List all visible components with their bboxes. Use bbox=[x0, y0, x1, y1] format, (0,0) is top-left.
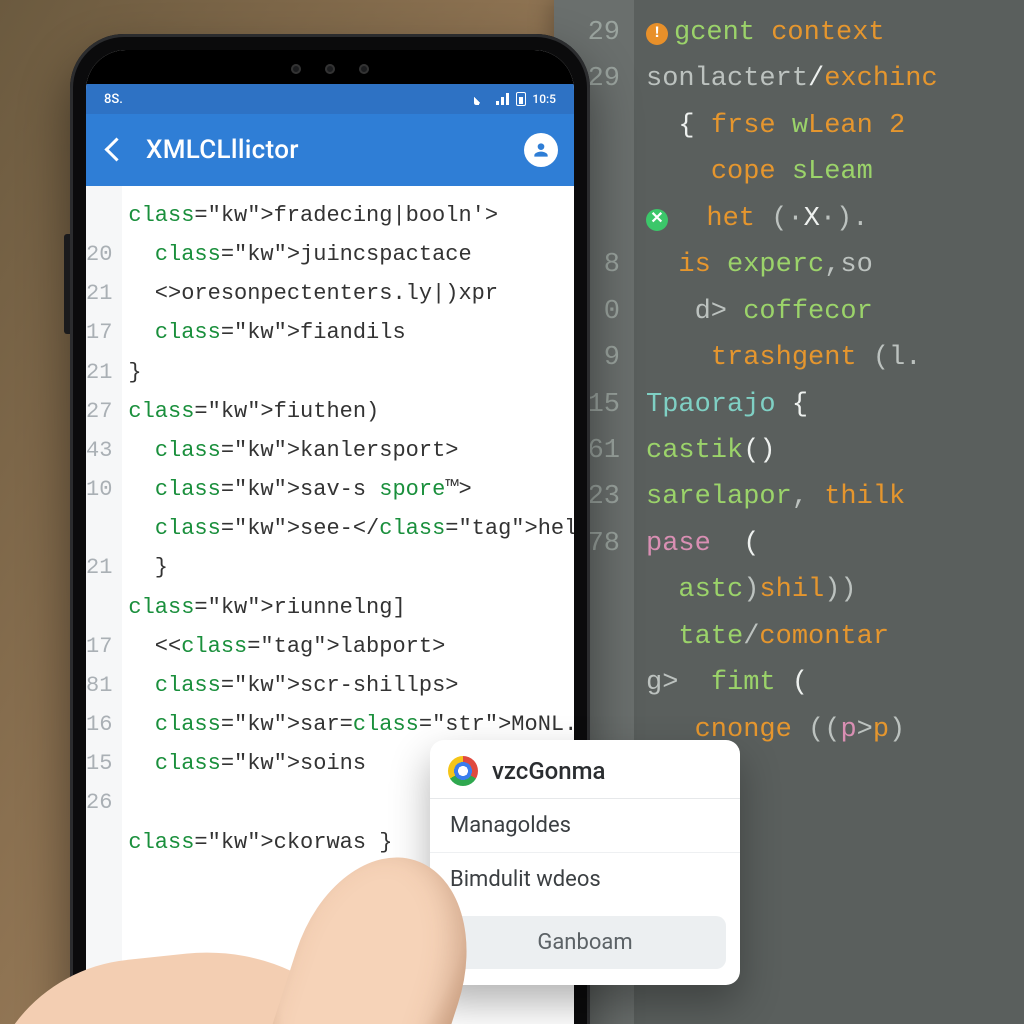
bg-code-line: Tpaorajo { bbox=[646, 382, 1016, 428]
bg-code-line: d> coffecor bbox=[646, 289, 1016, 335]
phone-gutter-line bbox=[86, 196, 112, 235]
bg-code-line: pase ( bbox=[646, 521, 1016, 567]
popup-header: vzcGonma bbox=[430, 740, 740, 799]
android-status-bar: 8S. 10:5 bbox=[86, 84, 574, 114]
phone-gutter-line: 27 bbox=[86, 392, 112, 431]
status-left-text: 8S. bbox=[104, 92, 123, 107]
phone-code-line: class="kw">riunnelng] bbox=[128, 588, 574, 627]
back-arrow-icon[interactable] bbox=[102, 137, 128, 163]
phone-notch bbox=[245, 54, 415, 84]
warning-icon: ! bbox=[646, 23, 668, 45]
phone-code-line: } bbox=[128, 353, 574, 392]
app-title: XMLCLllictor bbox=[146, 135, 506, 165]
cell-signal-icon bbox=[496, 93, 510, 105]
popup-item-1[interactable]: Bimdulit wdeos bbox=[430, 852, 740, 906]
phone-code-line: class="kw">fiandils bbox=[128, 313, 574, 352]
status-right-cluster: 10:5 bbox=[474, 92, 556, 106]
phone-editor-gutter: 20211721274310 21 1781161526 bbox=[86, 186, 122, 1024]
phone-gutter-line: 17 bbox=[86, 627, 112, 666]
popup-item-0[interactable]: Managoldes bbox=[430, 799, 740, 852]
phone-code-line: class="kw">sav-s spore™> bbox=[128, 470, 574, 509]
phone-code-line: <<class="tag">labport> bbox=[128, 627, 574, 666]
phone-gutter-line: 16 bbox=[86, 705, 112, 744]
phone-code-line: class="kw">sar=class="str">MoNL. bbox=[128, 705, 574, 744]
front-camera-icon bbox=[291, 64, 301, 74]
popup-title: vzcGonma bbox=[492, 757, 605, 785]
bg-code-line: { frse wLean 2 bbox=[646, 103, 1016, 149]
phone-code-line: } bbox=[128, 548, 574, 587]
phone-code-line: class="kw">see-</class="tag">hel<> bbox=[128, 509, 574, 548]
phone-gutter-line: 10 bbox=[86, 470, 112, 509]
phone-gutter-line: 21 bbox=[86, 274, 112, 313]
bg-code-line: ✕ het (·X·). bbox=[646, 196, 1016, 242]
phone-gutter-line: 26 bbox=[86, 783, 112, 822]
bg-code-line: sarelapor, thilk bbox=[646, 474, 1016, 520]
bg-code-line: trashgent (l. bbox=[646, 335, 1016, 381]
bg-code-line: is experc,so bbox=[646, 242, 1016, 288]
bg-code-line: castik() bbox=[646, 428, 1016, 474]
error-icon: ✕ bbox=[646, 209, 668, 231]
phone-gutter-line: 21 bbox=[86, 548, 112, 587]
popup-primary-action[interactable]: Ganboam bbox=[444, 916, 726, 969]
phone-gutter-line bbox=[86, 588, 112, 627]
phone-gutter-line bbox=[86, 509, 112, 548]
status-clock: 10:5 bbox=[532, 92, 556, 106]
phone-code-line: class="kw">kanlersport> bbox=[128, 431, 574, 470]
phone-gutter-line: 15 bbox=[86, 744, 112, 783]
phone-code-line: class="kw">juincspactace bbox=[128, 235, 574, 274]
phone-gutter-line: 20 bbox=[86, 235, 112, 274]
front-camera2-icon bbox=[359, 64, 369, 74]
bg-code-line: cope sLeam bbox=[646, 149, 1016, 195]
phone-gutter-line: 21 bbox=[86, 353, 112, 392]
bg-code-line: tate/comontar bbox=[646, 614, 1016, 660]
person-icon bbox=[531, 140, 551, 160]
bg-code-line: sonlactert/exchinc bbox=[646, 56, 1016, 102]
battery-icon bbox=[516, 92, 526, 106]
phone-code-line: class="kw">fradecing|booln'> bbox=[128, 196, 574, 235]
phone-code-line: class="kw">scr-shillps> bbox=[128, 666, 574, 705]
phone-code-line: <>oresonpectenters.ly|)xpr bbox=[128, 274, 574, 313]
bg-code-line: g> fimt ( bbox=[646, 660, 1016, 706]
phone-code-line: class="kw">fiuthen) bbox=[128, 392, 574, 431]
context-popup-card: vzcGonma Managoldes Bimdulit wdeos Ganbo… bbox=[430, 740, 740, 985]
phone-gutter-line: 81 bbox=[86, 666, 112, 705]
phone-gutter-line: 17 bbox=[86, 313, 112, 352]
bg-code-line: !gcent context bbox=[646, 10, 1016, 56]
phone-gutter-line bbox=[86, 823, 112, 862]
phone-gutter-line bbox=[86, 862, 112, 901]
account-avatar-button[interactable] bbox=[524, 133, 558, 167]
wifi-icon bbox=[474, 93, 490, 105]
chrome-icon bbox=[448, 756, 478, 786]
front-sensor-icon bbox=[325, 64, 335, 74]
phone-gutter-line: 43 bbox=[86, 431, 112, 470]
app-bar: XMLCLllictor bbox=[86, 114, 574, 186]
bg-code-line: astc)shil)) bbox=[646, 567, 1016, 613]
phone-notch-bar bbox=[86, 50, 574, 84]
